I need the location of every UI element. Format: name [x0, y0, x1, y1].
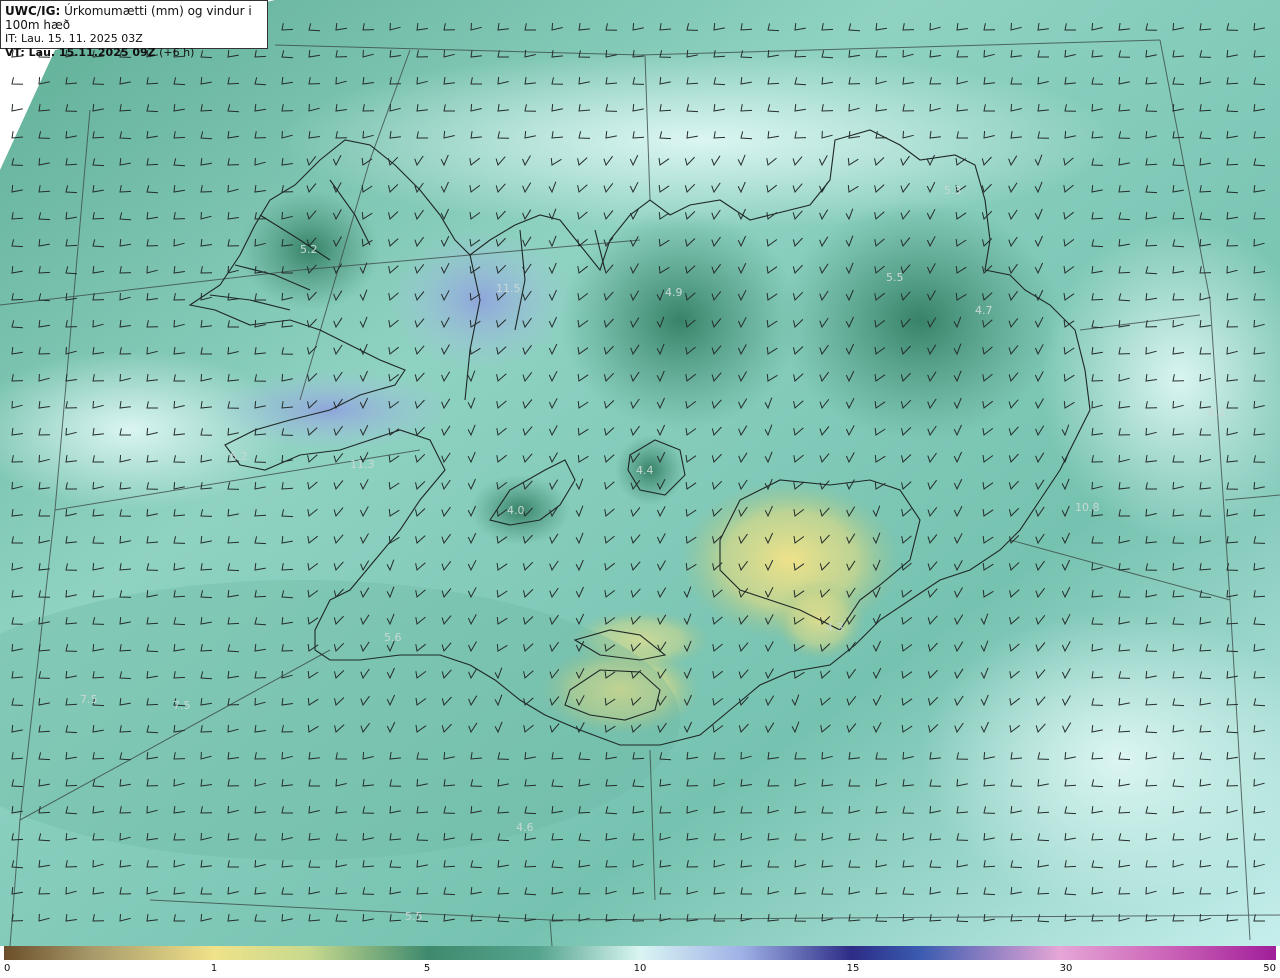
value-label: 5.6 — [384, 631, 402, 644]
colorbar-tick: 10 — [633, 963, 647, 974]
value-label: 7.5 — [173, 699, 191, 712]
colorbar-tick: 1 — [210, 963, 218, 974]
value-label: 5.5 — [886, 271, 904, 284]
colorbar-tick: 15 — [846, 963, 860, 974]
value-label: 11.5 — [496, 282, 521, 295]
weather-map: 5.2 11.5 4.9 5.5 4.7 5.3 4.4 4.0 10.8 6.… — [0, 0, 1280, 946]
value-label: 8.2 — [1208, 406, 1226, 419]
map-header: UWC/IG: Úrkomumætti (mm) og vindur i 100… — [0, 0, 268, 59]
colorbar-tick: 0 — [4, 963, 11, 974]
init-time: IT: Lau. 15. 11. 2025 03Z — [5, 32, 143, 45]
value-label: 4.0 — [507, 504, 525, 517]
value-label: 11.3 — [350, 458, 375, 471]
map-title: UWC/IG: Úrkomumætti (mm) og vindur i 100… — [5, 4, 252, 32]
colorbar-tick: 5 — [423, 963, 431, 974]
value-label: 7.5 — [80, 693, 98, 706]
colorbar-tick: 50 — [1263, 963, 1276, 974]
value-label: 4.9 — [665, 286, 683, 299]
value-label: 5.2 — [300, 243, 318, 256]
value-label: 5.5 — [405, 910, 423, 923]
value-label: 5.3 — [944, 184, 962, 197]
value-label: 4.6 — [516, 821, 534, 834]
value-label: 4.7 — [975, 304, 993, 317]
colorbar: 0 1 5 10 15 30 50 — [0, 946, 1280, 978]
valid-time: VT: Lau. 15.11.2025 09Z (+6 h) — [5, 46, 195, 59]
colorbar-strip — [4, 946, 1276, 960]
value-label: 6.2 — [230, 450, 248, 463]
value-label: 4.4 — [636, 464, 654, 477]
value-label: 4.3 — [826, 621, 844, 634]
value-label: 10.8 — [1075, 501, 1100, 514]
colorbar-tick: 30 — [1059, 963, 1073, 974]
